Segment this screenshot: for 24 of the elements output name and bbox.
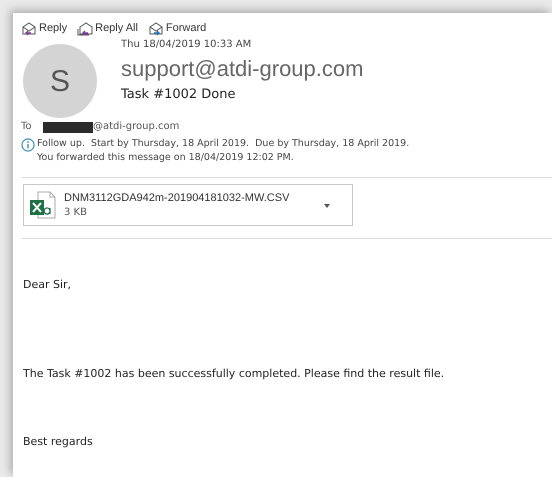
recipient-address: @atdi-group.com	[93, 120, 180, 134]
toolbar-button[interactable]: Reply	[21, 20, 68, 36]
toolbar-button[interactable]: Reply All	[77, 20, 138, 36]
subject-text: Task #1002 Done	[121, 86, 236, 104]
attachment-name: DNM3112GDA942m-201904181032-MW.CSV	[64, 190, 290, 206]
info-text: You forwarded this message on 18/04/2019 12:02 PM.	[37, 151, 295, 165]
reply-all-envelope-icon	[77, 20, 94, 36]
body-paragraph: Dear Sir,	[23, 277, 72, 293]
attachment-size: 3 KB	[64, 206, 88, 220]
sender-avatar: S	[23, 44, 97, 118]
dropdown-caret-icon[interactable]	[324, 204, 330, 208]
body-paragraph: The Task #1002 has been successfully completed. Please find the result file.	[23, 366, 446, 382]
forward-envelope-icon	[148, 20, 164, 36]
attachment-card[interactable]: DNM3112GDA942m-201904181032-MW.CSV 3 KB	[23, 184, 353, 226]
date-text: Thu 18/04/2019 10:33 AM	[121, 38, 252, 52]
redaction-bar	[43, 122, 93, 132]
toolbar-button[interactable]: Forward	[148, 20, 206, 36]
info-text: Follow up. Start by Thursday, 18 April 2019. Due by Thursday, 18 April 2019.	[37, 137, 410, 151]
sender-address: support@atdi-group.com	[121, 55, 364, 83]
to-label: To	[21, 120, 33, 134]
body-paragraph: Best regards	[23, 434, 94, 450]
info-icon	[21, 138, 35, 152]
spreadsheet-file-icon	[28, 190, 58, 220]
reply-envelope-icon	[21, 20, 37, 36]
